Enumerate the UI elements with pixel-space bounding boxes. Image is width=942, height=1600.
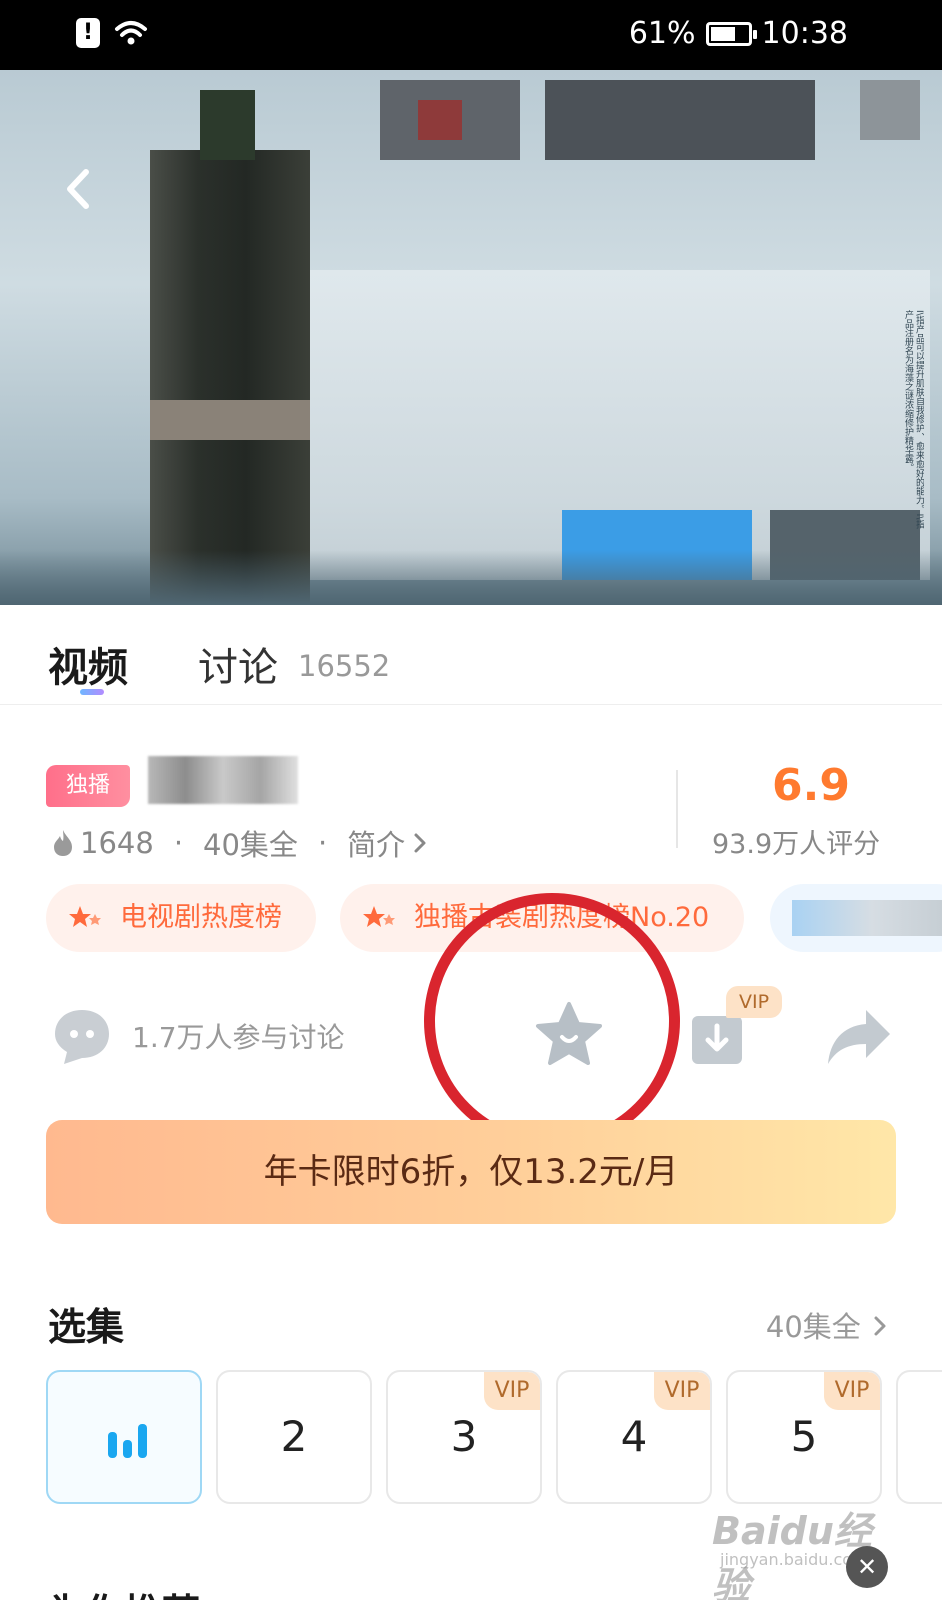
tab-bar: 视频 讨论 16552	[0, 605, 942, 705]
tab-video[interactable]: 视频	[48, 635, 128, 693]
video-side-text: I\指产品可以提升肌肤自我修护、愈来愈好的能力。I\指产品注册名为海藻之谜浓缩修…	[903, 310, 924, 529]
video-frame-ground	[0, 550, 942, 605]
video-frame-top-block-4	[860, 80, 920, 140]
flame-icon	[54, 830, 72, 856]
video-frame-top-block-2	[418, 100, 462, 140]
rank-chip-tv-heat[interactable]: 电视剧热度榜	[46, 884, 316, 952]
battery-percent: 61%	[628, 16, 696, 51]
episode-number: 5	[790, 1412, 818, 1461]
chevron-right-icon	[874, 1316, 886, 1336]
episode-5[interactable]: 5 VIP	[726, 1370, 882, 1504]
episode-4[interactable]: 4 VIP	[556, 1370, 712, 1504]
chevron-right-icon	[414, 833, 426, 853]
episode-number: 3	[450, 1412, 478, 1461]
info-divider	[676, 770, 678, 848]
back-arrow-icon[interactable]	[58, 164, 98, 214]
vip-badge: VIP	[654, 1372, 710, 1410]
vip-badge: VIP	[484, 1372, 540, 1410]
rank-star-icon	[363, 906, 395, 927]
episode-3[interactable]: 3 VIP	[386, 1370, 542, 1504]
download-icon[interactable]	[690, 1012, 744, 1066]
episodes-all-link[interactable]: 40集全	[766, 1304, 890, 1346]
show-title-redacted	[148, 756, 298, 804]
rating-count: 93.9万人评分	[712, 829, 881, 860]
rank-chip-redacted[interactable]	[770, 884, 942, 952]
vip-promo-banner[interactable]: 年卡限时6折，仅13.2元/月	[46, 1120, 896, 1224]
episode-6-partial[interactable]	[896, 1370, 942, 1504]
status-left: !	[76, 18, 148, 48]
episode-count: 40集全	[203, 828, 298, 862]
video-frame-top-block-3	[545, 80, 815, 160]
episode-2[interactable]: 2	[216, 1370, 372, 1504]
exclusive-badge: 独播	[46, 765, 130, 807]
episodes-title: 选集	[48, 1305, 125, 1349]
tab-discuss[interactable]: 讨论	[198, 635, 278, 693]
intro-link[interactable]: 简介	[347, 822, 405, 864]
rank-chip-costume-drama[interactable]: 独播古装剧热度榜No.20	[340, 884, 744, 952]
show-meta: 1648 · 40集全 · 简介	[52, 822, 431, 864]
status-bar: ! 61% 10:38	[0, 0, 942, 70]
meta-separator: ·	[173, 826, 184, 860]
rank-chip-label: 电视剧热度榜	[120, 902, 282, 933]
video-frame-bottle	[150, 150, 310, 605]
episodes-all-label: 40集全	[765, 1310, 861, 1344]
playing-bars-icon	[108, 1424, 147, 1458]
video-frame-bottle-label	[150, 400, 310, 440]
battery-icon	[705, 21, 757, 46]
wifi-icon	[115, 21, 147, 45]
close-icon[interactable]: ✕	[846, 1546, 888, 1588]
share-arrow-icon[interactable]	[826, 1006, 892, 1066]
discuss-count: 16552	[298, 649, 391, 683]
episode-number: 2	[280, 1412, 308, 1461]
meta-separator: ·	[317, 826, 328, 860]
recommend-section-title: 为你推荐	[48, 1582, 200, 1600]
rank-star-icon	[69, 906, 101, 927]
video-player[interactable]: I\指产品可以提升肌肤自我修护、愈来愈好的能力。I\指产品注册名为海藻之谜浓缩修…	[0, 70, 942, 605]
episode-1-playing[interactable]	[46, 1370, 202, 1504]
download-vip-badge: VIP	[726, 986, 782, 1018]
favorite-star-icon[interactable]	[534, 1000, 604, 1070]
clock: 10:38	[761, 16, 848, 51]
rating-score: 6.9	[772, 760, 850, 811]
heat-value: 1648	[80, 826, 154, 860]
rank-chip-label: 独播古装剧热度榜No.20	[414, 902, 710, 933]
status-right: 61% 10:38	[629, 16, 848, 51]
discussion-entry[interactable]: 1.7万人参与讨论	[52, 1006, 345, 1066]
video-frame-bottle-neck	[200, 90, 255, 160]
vip-badge: VIP	[824, 1372, 880, 1410]
sim-alert-icon: !	[76, 18, 100, 48]
episode-number: 4	[620, 1412, 648, 1461]
chat-bubble-icon	[55, 1010, 109, 1064]
tab-active-indicator	[80, 689, 104, 695]
discussion-count-text: 1.7万人参与讨论	[132, 1021, 345, 1054]
